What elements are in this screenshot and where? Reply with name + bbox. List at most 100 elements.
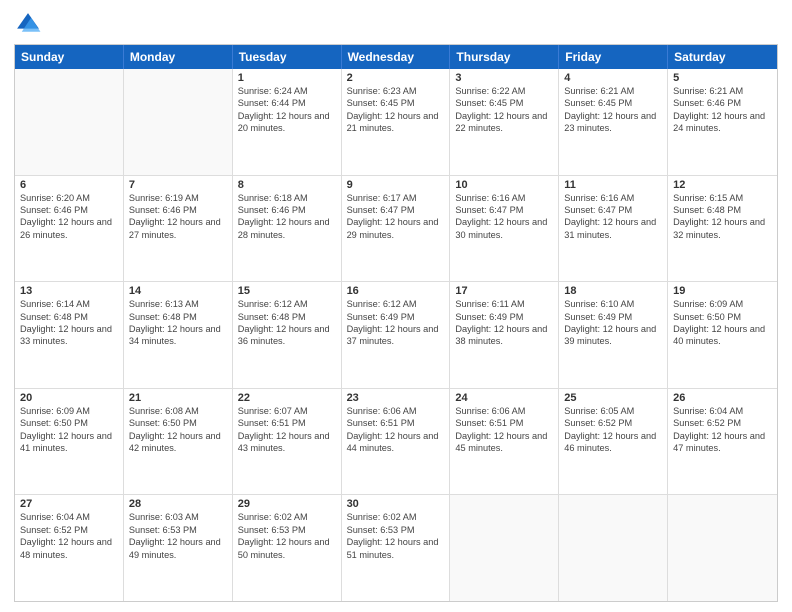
- day-cell: 2Sunrise: 6:23 AMSunset: 6:45 PMDaylight…: [342, 69, 451, 175]
- day-number: 25: [564, 392, 662, 404]
- day-cell: [15, 69, 124, 175]
- day-number: 20: [20, 392, 118, 404]
- day-cell: 11Sunrise: 6:16 AMSunset: 6:47 PMDayligh…: [559, 176, 668, 282]
- day-info: Sunrise: 6:21 AMSunset: 6:45 PMDaylight:…: [564, 85, 662, 135]
- logo: [14, 10, 46, 38]
- day-number: 10: [455, 179, 553, 191]
- week-row-2: 6Sunrise: 6:20 AMSunset: 6:46 PMDaylight…: [15, 175, 777, 282]
- week-row-1: 1Sunrise: 6:24 AMSunset: 6:44 PMDaylight…: [15, 69, 777, 175]
- day-info: Sunrise: 6:09 AMSunset: 6:50 PMDaylight:…: [20, 405, 118, 455]
- day-info: Sunrise: 6:02 AMSunset: 6:53 PMDaylight:…: [347, 511, 445, 561]
- day-info: Sunrise: 6:24 AMSunset: 6:44 PMDaylight:…: [238, 85, 336, 135]
- day-info: Sunrise: 6:16 AMSunset: 6:47 PMDaylight:…: [564, 192, 662, 242]
- day-cell: 29Sunrise: 6:02 AMSunset: 6:53 PMDayligh…: [233, 495, 342, 601]
- day-info: Sunrise: 6:16 AMSunset: 6:47 PMDaylight:…: [455, 192, 553, 242]
- day-info: Sunrise: 6:20 AMSunset: 6:46 PMDaylight:…: [20, 192, 118, 242]
- day-number: 13: [20, 285, 118, 297]
- day-cell: [124, 69, 233, 175]
- day-cell: 1Sunrise: 6:24 AMSunset: 6:44 PMDaylight…: [233, 69, 342, 175]
- day-headers: SundayMondayTuesdayWednesdayThursdayFrid…: [15, 45, 777, 69]
- day-info: Sunrise: 6:13 AMSunset: 6:48 PMDaylight:…: [129, 298, 227, 348]
- day-number: 19: [673, 285, 772, 297]
- day-cell: 21Sunrise: 6:08 AMSunset: 6:50 PMDayligh…: [124, 389, 233, 495]
- day-header-saturday: Saturday: [668, 45, 777, 69]
- day-number: 24: [455, 392, 553, 404]
- day-info: Sunrise: 6:12 AMSunset: 6:49 PMDaylight:…: [347, 298, 445, 348]
- day-header-wednesday: Wednesday: [342, 45, 451, 69]
- day-info: Sunrise: 6:04 AMSunset: 6:52 PMDaylight:…: [673, 405, 772, 455]
- day-cell: 8Sunrise: 6:18 AMSunset: 6:46 PMDaylight…: [233, 176, 342, 282]
- day-cell: 15Sunrise: 6:12 AMSunset: 6:48 PMDayligh…: [233, 282, 342, 388]
- day-number: 5: [673, 72, 772, 84]
- day-cell: 6Sunrise: 6:20 AMSunset: 6:46 PMDaylight…: [15, 176, 124, 282]
- day-cell: [450, 495, 559, 601]
- day-info: Sunrise: 6:10 AMSunset: 6:49 PMDaylight:…: [564, 298, 662, 348]
- day-info: Sunrise: 6:15 AMSunset: 6:48 PMDaylight:…: [673, 192, 772, 242]
- day-cell: [559, 495, 668, 601]
- day-number: 8: [238, 179, 336, 191]
- day-number: 3: [455, 72, 553, 84]
- day-cell: 28Sunrise: 6:03 AMSunset: 6:53 PMDayligh…: [124, 495, 233, 601]
- day-number: 2: [347, 72, 445, 84]
- week-row-5: 27Sunrise: 6:04 AMSunset: 6:52 PMDayligh…: [15, 494, 777, 601]
- day-header-tuesday: Tuesday: [233, 45, 342, 69]
- day-info: Sunrise: 6:05 AMSunset: 6:52 PMDaylight:…: [564, 405, 662, 455]
- week-row-4: 20Sunrise: 6:09 AMSunset: 6:50 PMDayligh…: [15, 388, 777, 495]
- day-info: Sunrise: 6:19 AMSunset: 6:46 PMDaylight:…: [129, 192, 227, 242]
- day-cell: 23Sunrise: 6:06 AMSunset: 6:51 PMDayligh…: [342, 389, 451, 495]
- day-number: 18: [564, 285, 662, 297]
- weeks: 1Sunrise: 6:24 AMSunset: 6:44 PMDaylight…: [15, 69, 777, 601]
- page-container: SundayMondayTuesdayWednesdayThursdayFrid…: [0, 0, 792, 612]
- day-info: Sunrise: 6:04 AMSunset: 6:52 PMDaylight:…: [20, 511, 118, 561]
- day-info: Sunrise: 6:21 AMSunset: 6:46 PMDaylight:…: [673, 85, 772, 135]
- day-info: Sunrise: 6:17 AMSunset: 6:47 PMDaylight:…: [347, 192, 445, 242]
- day-number: 11: [564, 179, 662, 191]
- day-number: 16: [347, 285, 445, 297]
- day-number: 26: [673, 392, 772, 404]
- day-info: Sunrise: 6:11 AMSunset: 6:49 PMDaylight:…: [455, 298, 553, 348]
- day-cell: 3Sunrise: 6:22 AMSunset: 6:45 PMDaylight…: [450, 69, 559, 175]
- day-cell: 12Sunrise: 6:15 AMSunset: 6:48 PMDayligh…: [668, 176, 777, 282]
- day-cell: 7Sunrise: 6:19 AMSunset: 6:46 PMDaylight…: [124, 176, 233, 282]
- day-cell: 17Sunrise: 6:11 AMSunset: 6:49 PMDayligh…: [450, 282, 559, 388]
- day-number: 15: [238, 285, 336, 297]
- day-info: Sunrise: 6:07 AMSunset: 6:51 PMDaylight:…: [238, 405, 336, 455]
- day-cell: 30Sunrise: 6:02 AMSunset: 6:53 PMDayligh…: [342, 495, 451, 601]
- day-header-thursday: Thursday: [450, 45, 559, 69]
- day-cell: 9Sunrise: 6:17 AMSunset: 6:47 PMDaylight…: [342, 176, 451, 282]
- day-number: 9: [347, 179, 445, 191]
- day-number: 30: [347, 498, 445, 510]
- day-cell: 18Sunrise: 6:10 AMSunset: 6:49 PMDayligh…: [559, 282, 668, 388]
- day-info: Sunrise: 6:14 AMSunset: 6:48 PMDaylight:…: [20, 298, 118, 348]
- day-info: Sunrise: 6:18 AMSunset: 6:46 PMDaylight:…: [238, 192, 336, 242]
- day-cell: 4Sunrise: 6:21 AMSunset: 6:45 PMDaylight…: [559, 69, 668, 175]
- day-cell: 27Sunrise: 6:04 AMSunset: 6:52 PMDayligh…: [15, 495, 124, 601]
- day-info: Sunrise: 6:22 AMSunset: 6:45 PMDaylight:…: [455, 85, 553, 135]
- day-number: 17: [455, 285, 553, 297]
- day-info: Sunrise: 6:03 AMSunset: 6:53 PMDaylight:…: [129, 511, 227, 561]
- day-number: 7: [129, 179, 227, 191]
- day-cell: 5Sunrise: 6:21 AMSunset: 6:46 PMDaylight…: [668, 69, 777, 175]
- day-number: 29: [238, 498, 336, 510]
- day-cell: 20Sunrise: 6:09 AMSunset: 6:50 PMDayligh…: [15, 389, 124, 495]
- day-cell: 26Sunrise: 6:04 AMSunset: 6:52 PMDayligh…: [668, 389, 777, 495]
- day-cell: 22Sunrise: 6:07 AMSunset: 6:51 PMDayligh…: [233, 389, 342, 495]
- day-header-sunday: Sunday: [15, 45, 124, 69]
- day-number: 22: [238, 392, 336, 404]
- day-cell: 24Sunrise: 6:06 AMSunset: 6:51 PMDayligh…: [450, 389, 559, 495]
- day-cell: 14Sunrise: 6:13 AMSunset: 6:48 PMDayligh…: [124, 282, 233, 388]
- day-number: 21: [129, 392, 227, 404]
- day-cell: 13Sunrise: 6:14 AMSunset: 6:48 PMDayligh…: [15, 282, 124, 388]
- day-number: 1: [238, 72, 336, 84]
- day-number: 12: [673, 179, 772, 191]
- day-number: 14: [129, 285, 227, 297]
- day-cell: [668, 495, 777, 601]
- header: [14, 10, 778, 38]
- day-info: Sunrise: 6:02 AMSunset: 6:53 PMDaylight:…: [238, 511, 336, 561]
- day-info: Sunrise: 6:09 AMSunset: 6:50 PMDaylight:…: [673, 298, 772, 348]
- calendar: SundayMondayTuesdayWednesdayThursdayFrid…: [14, 44, 778, 602]
- day-number: 28: [129, 498, 227, 510]
- day-info: Sunrise: 6:12 AMSunset: 6:48 PMDaylight:…: [238, 298, 336, 348]
- day-number: 27: [20, 498, 118, 510]
- day-cell: 10Sunrise: 6:16 AMSunset: 6:47 PMDayligh…: [450, 176, 559, 282]
